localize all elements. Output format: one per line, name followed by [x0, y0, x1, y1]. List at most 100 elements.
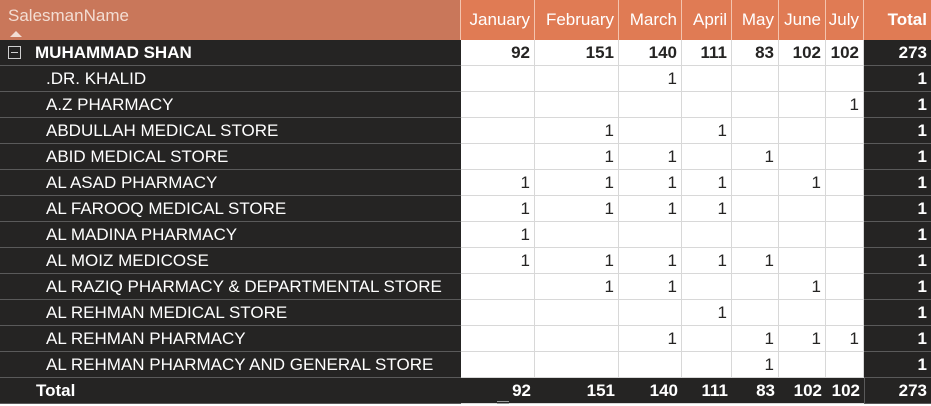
group-value-may: 83 [732, 40, 779, 66]
sort-ascending-icon[interactable] [10, 31, 22, 37]
cell-june [779, 196, 826, 222]
grand-total-march: 140 [619, 378, 682, 404]
cell-january: 1 [461, 248, 535, 274]
table-row: AL REHMAN PHARMACY 1 1 1 1 1 [0, 326, 931, 352]
cell-total: 1 [864, 144, 931, 170]
cell-april [682, 222, 732, 248]
cell-march [619, 222, 682, 248]
cell-april [682, 352, 732, 378]
grand-total-july: 102 [826, 378, 864, 404]
cell-july [826, 144, 864, 170]
cell-june [779, 352, 826, 378]
grand-total-row: Total 92 151 140 111 83 102 102 273 [0, 378, 931, 404]
cell-july [826, 118, 864, 144]
customer-name: ABID MEDICAL STORE [0, 144, 461, 170]
customer-name: AL REHMAN PHARMACY [0, 326, 461, 352]
column-header-april[interactable]: April [682, 0, 732, 40]
group-value-total: 273 [864, 40, 931, 66]
cell-january [461, 326, 535, 352]
cell-february: 1 [535, 196, 619, 222]
grand-total-total: 273 [864, 378, 931, 404]
cell-july [826, 170, 864, 196]
cell-january [461, 144, 535, 170]
column-header-january[interactable]: January [461, 0, 535, 40]
cell-march [619, 352, 682, 378]
cell-june [779, 92, 826, 118]
cell-june: 1 [779, 326, 826, 352]
table-row: AL REHMAN MEDICAL STORE 1 1 [0, 300, 931, 326]
cell-april [682, 66, 732, 92]
cell-february [535, 300, 619, 326]
customer-name: AL REHMAN PHARMACY AND GENERAL STORE [0, 352, 461, 378]
row-header-salesman-name[interactable]: SalesmanName [0, 0, 461, 40]
cell-january: 1 [461, 222, 535, 248]
row-header-label: SalesmanName [8, 6, 129, 25]
column-header-march[interactable]: March [619, 0, 682, 40]
cell-april: 1 [682, 170, 732, 196]
cell-may [732, 222, 779, 248]
customer-name: A.Z PHARMACY [0, 92, 461, 118]
cell-july [826, 66, 864, 92]
table-row: AL REHMAN PHARMACY AND GENERAL STORE 1 1 [0, 352, 931, 378]
column-header-july[interactable]: July [826, 0, 864, 40]
cell-total: 1 [864, 92, 931, 118]
cell-january [461, 92, 535, 118]
table-row: AL MOIZ MEDICOSE 1 1 1 1 1 1 [0, 248, 931, 274]
group-value-july: 102 [826, 40, 864, 66]
cell-july: 1 [826, 326, 864, 352]
cell-february [535, 92, 619, 118]
cell-february: 1 [535, 170, 619, 196]
cell-total: 1 [864, 118, 931, 144]
cell-july [826, 352, 864, 378]
cell-july [826, 248, 864, 274]
grand-total-february: 151 [535, 378, 619, 404]
cell-may: 1 [732, 326, 779, 352]
cell-march: 1 [619, 170, 682, 196]
table-row: AL FAROOQ MEDICAL STORE 1 1 1 1 1 [0, 196, 931, 222]
grand-total-may: 83 [732, 378, 779, 404]
cell-february: 1 [535, 248, 619, 274]
cell-july [826, 300, 864, 326]
column-header-may[interactable]: May [732, 0, 779, 40]
cell-may: 1 [732, 144, 779, 170]
column-header-june[interactable]: June [779, 0, 826, 40]
group-value-june: 102 [779, 40, 826, 66]
cell-total: 1 [864, 352, 931, 378]
cell-april: 1 [682, 196, 732, 222]
column-header-february[interactable]: February [535, 0, 619, 40]
customer-name: ABDULLAH MEDICAL STORE [0, 118, 461, 144]
cell-may [732, 196, 779, 222]
cell-june [779, 66, 826, 92]
cell-total: 1 [864, 66, 931, 92]
cell-march: 1 [619, 274, 682, 300]
group-name-cell: MUHAMMAD SHAN [0, 40, 461, 66]
table-row: A.Z PHARMACY 1 1 [0, 92, 931, 118]
customer-name: .DR. KHALID [0, 66, 461, 92]
collapse-minus-icon[interactable] [8, 46, 21, 59]
cell-january: 1 [461, 170, 535, 196]
group-value-january: 92 [461, 40, 535, 66]
customer-name: AL REHMAN MEDICAL STORE [0, 300, 461, 326]
cell-april [682, 144, 732, 170]
cell-march [619, 118, 682, 144]
grand-total-label: Total [0, 378, 461, 404]
cell-may: 1 [732, 248, 779, 274]
resize-grip-icon[interactable] [497, 401, 509, 404]
table-row: ABDULLAH MEDICAL STORE 1 1 1 [0, 118, 931, 144]
cell-june [779, 222, 826, 248]
column-header-total[interactable]: Total [864, 0, 931, 40]
cell-march: 1 [619, 66, 682, 92]
cell-march [619, 92, 682, 118]
cell-february [535, 222, 619, 248]
customer-name: AL MOIZ MEDICOSE [0, 248, 461, 274]
cell-march: 1 [619, 144, 682, 170]
customer-name: AL ASAD PHARMACY [0, 170, 461, 196]
cell-april: 1 [682, 248, 732, 274]
cell-july [826, 196, 864, 222]
cell-april [682, 326, 732, 352]
cell-may [732, 92, 779, 118]
table-row: ABID MEDICAL STORE 1 1 1 1 [0, 144, 931, 170]
group-name: MUHAMMAD SHAN [35, 42, 192, 62]
cell-may [732, 170, 779, 196]
cell-june [779, 118, 826, 144]
